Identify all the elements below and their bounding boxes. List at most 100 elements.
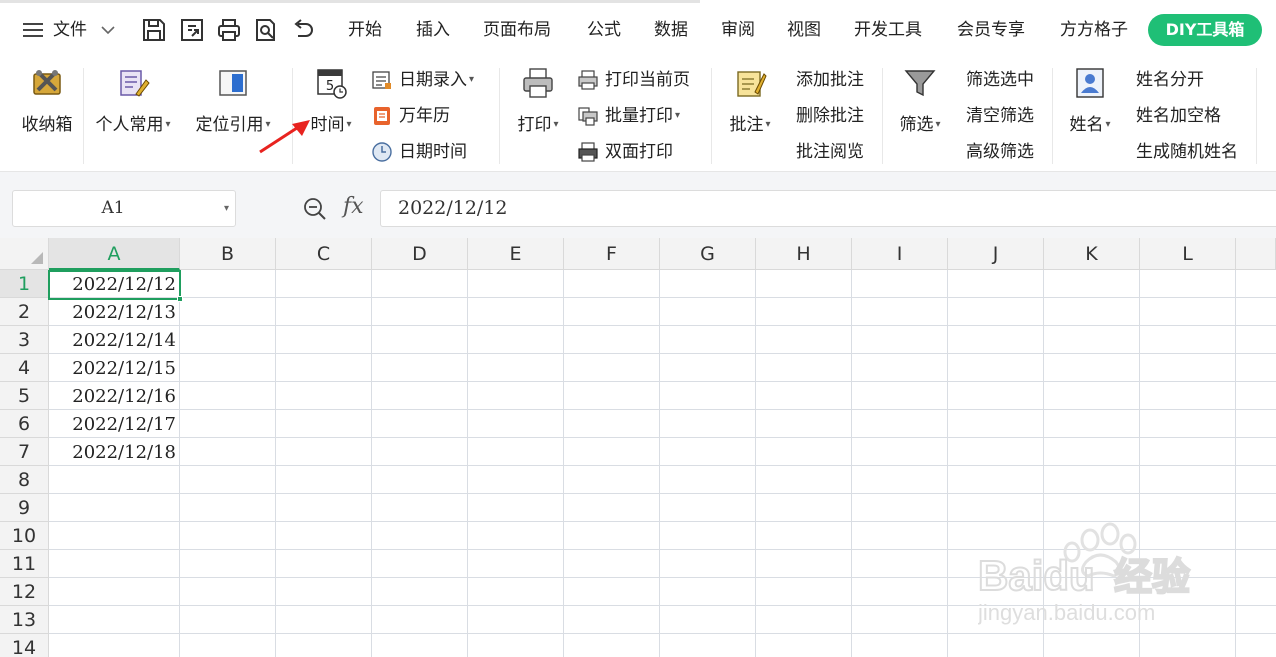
print-preview-icon[interactable] xyxy=(253,17,279,43)
column-header-a[interactable]: A xyxy=(49,238,180,270)
tab-member[interactable]: 会员专享 xyxy=(957,18,1025,42)
print-button[interactable]: 打印 ▾ xyxy=(510,66,566,136)
random-name-label: 生成随机姓名 xyxy=(1136,142,1238,162)
row-header-1[interactable]: 1 xyxy=(0,270,49,298)
cell-a6[interactable]: 2022/12/17 xyxy=(49,410,180,438)
column-header-g[interactable]: G xyxy=(660,238,756,270)
tab-fangfang[interactable]: 方方格子 xyxy=(1060,18,1128,42)
zoom-out-icon[interactable] xyxy=(302,196,328,222)
row-header-10[interactable]: 10 xyxy=(0,522,49,550)
ribbon: 收纳箱 个人常用 ▾ 定位引用 ▾ 5 时间 ▾ 日期录入 ▾ 万年历 日期时间… xyxy=(0,60,1276,172)
tab-start[interactable]: 开始 xyxy=(348,18,382,42)
svg-text:Baidu: Baidu xyxy=(978,552,1095,599)
tab-page-layout[interactable]: 页面布局 xyxy=(483,18,551,42)
read-comment-button[interactable]: 批注阅览 xyxy=(796,140,864,164)
advanced-filter-button[interactable]: 高级筛选 xyxy=(966,140,1034,164)
add-comment-button[interactable]: 添加批注 xyxy=(796,68,864,92)
split-name-button[interactable]: 姓名分开 xyxy=(1136,68,1204,92)
column-header-l[interactable]: L xyxy=(1140,238,1236,270)
filter-label: 筛选 xyxy=(899,115,934,135)
column-header-b[interactable]: B xyxy=(180,238,276,270)
name-button[interactable]: 姓名 ▾ xyxy=(1062,66,1118,136)
grid-column-line xyxy=(659,270,660,657)
grid-column-line xyxy=(371,270,372,657)
storage-box-button[interactable]: 收纳箱 xyxy=(14,66,80,136)
file-menu[interactable]: 文件 xyxy=(20,16,120,44)
name-label: 姓名 xyxy=(1069,115,1104,135)
row-header-7[interactable]: 7 xyxy=(0,438,49,466)
print-label: 打印 xyxy=(517,115,552,135)
cell-a5[interactable]: 2022/12/16 xyxy=(49,382,180,410)
column-header-e[interactable]: E xyxy=(468,238,564,270)
funnel-icon xyxy=(904,70,936,97)
row-header-11[interactable]: 11 xyxy=(0,550,49,578)
title-strip xyxy=(0,0,700,3)
tab-review[interactable]: 审阅 xyxy=(721,18,755,42)
date-time-label: 日期时间 xyxy=(399,142,467,162)
insert-function-button[interactable]: fx xyxy=(343,194,364,219)
row-header-5[interactable]: 5 xyxy=(0,382,49,410)
duplex-print-button[interactable]: 双面打印 xyxy=(577,140,673,164)
column-header-f[interactable]: F xyxy=(564,238,660,270)
cell-a7[interactable]: 2022/12/18 xyxy=(49,438,180,466)
filter-button[interactable]: 筛选 ▾ xyxy=(892,66,948,136)
comment-button[interactable]: 批注 ▾ xyxy=(722,66,778,136)
tab-formulas[interactable]: 公式 xyxy=(587,18,621,42)
date-entry-label: 日期录入 xyxy=(399,70,467,90)
delete-comment-button[interactable]: 删除批注 xyxy=(796,104,864,128)
clear-filter-button[interactable]: 清空筛选 xyxy=(966,104,1034,128)
date-time-button[interactable]: 日期时间 xyxy=(371,140,467,164)
print-icon[interactable] xyxy=(216,17,242,43)
column-header-d[interactable]: D xyxy=(372,238,468,270)
grid-row-line xyxy=(49,325,1276,326)
ribbon-separator xyxy=(1256,68,1257,164)
save-icon[interactable] xyxy=(141,17,167,43)
column-header-i[interactable]: I xyxy=(852,238,948,270)
tab-insert[interactable]: 插入 xyxy=(416,18,450,42)
caret-down-icon: ▾ xyxy=(346,119,352,130)
row-header-9[interactable]: 9 xyxy=(0,494,49,522)
calendar-clock-icon: 5 xyxy=(317,69,347,99)
row-header-14[interactable]: 14 xyxy=(0,634,49,657)
random-name-button[interactable]: 生成随机姓名 xyxy=(1136,140,1238,164)
tab-data[interactable]: 数据 xyxy=(654,18,688,42)
column-header-j[interactable]: J xyxy=(948,238,1044,270)
cell-a3[interactable]: 2022/12/14 xyxy=(49,326,180,354)
cell-a4[interactable]: 2022/12/15 xyxy=(49,354,180,382)
row-header-12[interactable]: 12 xyxy=(0,578,49,606)
cell-a2[interactable]: 2022/12/13 xyxy=(49,298,180,326)
filter-selected-label: 筛选选中 xyxy=(966,70,1034,90)
perpetual-calendar-button[interactable]: 万年历 xyxy=(371,104,450,128)
row-header-3[interactable]: 3 xyxy=(0,326,49,354)
row-header-2[interactable]: 2 xyxy=(0,298,49,326)
select-all-corner[interactable] xyxy=(0,238,49,270)
date-entry-button[interactable]: 日期录入 ▾ xyxy=(371,68,474,92)
name-box-value: A1 xyxy=(101,198,125,218)
tab-diy-toolbox[interactable]: DIY工具箱 xyxy=(1148,14,1262,46)
name-box[interactable]: A1 ▾ xyxy=(12,190,236,227)
tab-developer[interactable]: 开发工具 xyxy=(854,18,922,42)
row-header-4[interactable]: 4 xyxy=(0,354,49,382)
add-comment-label: 添加批注 xyxy=(796,70,864,90)
row-header-6[interactable]: 6 xyxy=(0,410,49,438)
column-header-h[interactable]: H xyxy=(756,238,852,270)
caret-down-icon: ▾ xyxy=(675,110,681,121)
row-header-8[interactable]: 8 xyxy=(0,466,49,494)
print-current-page-button[interactable]: 打印当前页 xyxy=(577,68,690,92)
grid-column-line xyxy=(755,270,756,657)
personal-common-button[interactable]: 个人常用 ▾ xyxy=(88,66,178,136)
printer-icon xyxy=(523,68,553,98)
tab-view[interactable]: 视图 xyxy=(787,18,821,42)
row-header-13[interactable]: 13 xyxy=(0,606,49,634)
fill-handle[interactable] xyxy=(177,296,183,302)
name-add-space-button[interactable]: 姓名加空格 xyxy=(1136,104,1221,128)
batch-print-button[interactable]: 批量打印 ▾ xyxy=(577,104,680,128)
filter-selected-button[interactable]: 筛选选中 xyxy=(966,68,1034,92)
formula-input[interactable]: 2022/12/12 xyxy=(380,190,1276,227)
date-entry-icon xyxy=(372,71,391,89)
export-icon[interactable] xyxy=(179,17,205,43)
column-header-k[interactable]: K xyxy=(1044,238,1140,270)
perpetual-calendar-label: 万年历 xyxy=(399,106,450,126)
column-header-c[interactable]: C xyxy=(276,238,372,270)
undo-icon[interactable] xyxy=(290,17,316,43)
